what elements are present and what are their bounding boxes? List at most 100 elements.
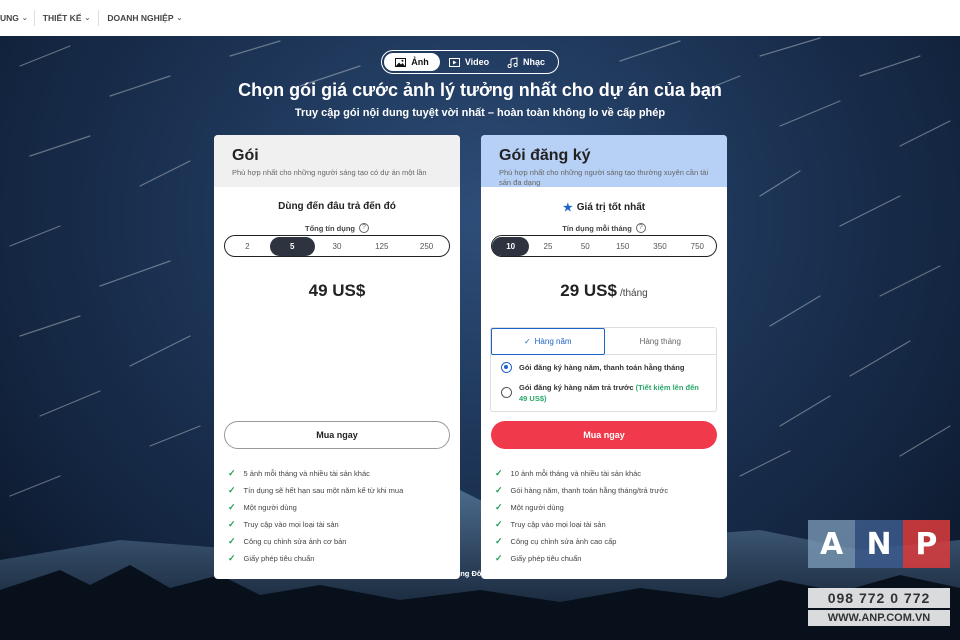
feature-text: Truy cập vào mọi loại tài sản xyxy=(243,520,339,529)
plan-header: Gói đăng ký Phù hợp nhất cho những người… xyxy=(481,135,727,187)
watermark-letter: N xyxy=(855,520,903,568)
check-icon: ✓ xyxy=(495,468,503,478)
nav-divider xyxy=(98,10,100,26)
billing-option-annual-prepaid[interactable]: Gói đăng ký hàng năm trả trước (Tiết kiệ… xyxy=(491,382,716,404)
check-icon: ✓ xyxy=(495,519,503,529)
chevron-down-icon: ⌄ xyxy=(84,15,91,22)
nav-item-label: THIẾT KẾ xyxy=(42,13,82,23)
credit-option[interactable]: 2 xyxy=(225,237,270,256)
credits-label-text: Tổng tín dụng xyxy=(305,223,355,233)
feature-item: ✓ 5 ảnh mỗi tháng và nhiều tài sản khác xyxy=(228,465,448,482)
nav-item-label: DOANH NGHIỆP xyxy=(107,13,174,23)
music-note-icon xyxy=(507,56,518,68)
page-title: Chọn gói giá cước ảnh lý tưởng nhất cho … xyxy=(238,80,722,100)
radio-label: Gói đăng ký hàng năm, thanh toán hằng th… xyxy=(519,363,685,372)
tab-monthly[interactable]: Hàng tháng xyxy=(604,328,716,355)
credit-option-selected[interactable]: 5 xyxy=(269,236,315,256)
nav-item-doanh-nghiep[interactable]: DOANH NGHIỆP ⌄ xyxy=(107,0,182,36)
price-period: /tháng xyxy=(619,288,648,299)
anp-letters: A N P xyxy=(808,520,950,568)
price-value: 49 US$ xyxy=(308,281,366,300)
plan-subheading: ★ Giá trị tốt nhất xyxy=(481,201,727,214)
plan-name: Gói xyxy=(232,147,259,164)
watermark-letter: P xyxy=(902,520,950,568)
tab-label: Nhạc xyxy=(522,57,545,67)
credit-selector: 2 5 30 125 250 xyxy=(224,235,450,257)
feature-item: ✓ Công cụ chỉnh sửa ảnh cơ bản xyxy=(228,533,448,550)
credits-label: Tín dụng mỗi tháng? xyxy=(481,223,727,233)
video-icon xyxy=(448,57,460,67)
check-icon: ✓ xyxy=(495,502,503,512)
image-icon xyxy=(395,57,407,67)
feature-text: Công cụ chỉnh sửa ảnh cơ bản xyxy=(243,537,347,546)
billing-option-annual-monthly[interactable]: Gói đăng ký hàng năm, thanh toán hằng th… xyxy=(491,362,716,374)
credit-option[interactable]: 30 xyxy=(315,237,360,256)
plan-description: Phù hợp nhất cho những người sáng tạo th… xyxy=(499,168,709,187)
credit-option[interactable]: 125 xyxy=(359,237,404,256)
credit-option[interactable]: 150 xyxy=(604,237,641,256)
credit-option[interactable]: 350 xyxy=(641,237,678,256)
check-icon: ✓ xyxy=(495,536,503,546)
billing-tabs: ✓ Hàng năm Hàng tháng xyxy=(491,328,716,355)
tab-images[interactable]: Ảnh xyxy=(384,53,440,71)
feature-item: ✓ Giấy phép tiêu chuẩn xyxy=(228,550,448,567)
plan-price: 29 US$/tháng xyxy=(481,281,727,301)
credit-option-selected[interactable]: 10 xyxy=(492,236,530,256)
check-icon: ✓ xyxy=(495,553,503,563)
buy-now-button[interactable]: Mua ngay xyxy=(224,421,450,449)
nav-item-thiet-ke[interactable]: THIẾT KẾ ⌄ xyxy=(43,0,91,36)
tab-label: Video xyxy=(464,57,490,67)
feature-item: ✓ Truy cập vào mọi loại tài sản xyxy=(228,516,448,533)
credit-option[interactable]: 25 xyxy=(529,237,566,256)
tab-music[interactable]: Nhạc xyxy=(498,53,554,71)
plan-name: Gói đăng ký xyxy=(499,147,591,164)
credit-option[interactable]: 50 xyxy=(567,237,604,256)
plan-subheading-text: Giá trị tốt nhất xyxy=(576,202,646,213)
nav-divider xyxy=(33,10,35,26)
check-icon: ✓ xyxy=(228,519,236,529)
feature-item: ✓ Giấy phép tiêu chuẩn xyxy=(495,550,715,567)
anp-watermark-logo: A N P 098 772 0 772 WWW.ANP.COM.VN xyxy=(808,520,950,630)
check-icon: ✓ xyxy=(495,485,503,495)
radio-checked[interactable] xyxy=(501,362,512,373)
plan-subheading-text: Dùng đến đâu trả đến đó xyxy=(278,201,396,212)
feature-text: Một người dùng xyxy=(243,503,297,512)
nav-item-0[interactable]: UNG ⌄ xyxy=(0,0,28,36)
credits-label-text: Tín dụng mỗi tháng xyxy=(562,223,632,233)
tab-label: Ảnh xyxy=(411,57,429,67)
feature-list: ✓ 5 ảnh mỗi tháng và nhiều tài sản khác ✓… xyxy=(228,465,448,567)
feature-text: 10 ảnh mỗi tháng và nhiều tài sản khác xyxy=(510,469,642,478)
buy-now-button[interactable]: Mua ngay xyxy=(491,421,717,449)
help-icon[interactable]: ? xyxy=(635,223,646,233)
plan-subheading: Dùng đến đâu trả đến đó xyxy=(214,201,460,212)
credit-option[interactable]: 250 xyxy=(404,237,449,256)
feature-text: Truy cập vào mọi loại tài sản xyxy=(510,520,606,529)
check-icon: ✓ xyxy=(228,485,236,495)
feature-text: Gói hàng năm, thanh toán hằng tháng/trả … xyxy=(510,486,669,495)
media-type-tabs: Ảnh Video Nhạc xyxy=(381,50,559,74)
credits-label: Tổng tín dụng? xyxy=(214,223,460,233)
feature-item: ✓ Một người dùng xyxy=(228,499,448,516)
feature-list: ✓ 10 ảnh mỗi tháng và nhiều tài sản khác … xyxy=(495,465,715,567)
tab-video[interactable]: Video xyxy=(440,53,498,71)
check-icon: ✓ xyxy=(228,502,236,512)
feature-item: ✓ Công cụ chỉnh sửa ảnh cao cấp xyxy=(495,533,715,550)
check-icon: ✓ xyxy=(228,468,236,478)
watermark-letter: A xyxy=(808,520,856,568)
feature-item: ✓ Một người dùng xyxy=(495,499,715,516)
plan-header: Gói Phù hợp nhất cho những người sáng tạ… xyxy=(214,135,460,187)
feature-text: 5 ảnh mỗi tháng và nhiều tài sản khác xyxy=(243,469,370,478)
feature-text: Giấy phép tiêu chuẩn xyxy=(243,554,315,563)
feature-text: Công cụ chỉnh sửa ảnh cao cấp xyxy=(510,537,617,546)
help-icon[interactable]: ? xyxy=(358,223,369,233)
credit-option[interactable]: 750 xyxy=(679,237,716,256)
radio-unchecked[interactable] xyxy=(501,387,512,398)
plan-price: 49 US$ xyxy=(214,281,460,301)
feature-item: ✓ Tín dụng sẽ hết hạn sau một năm kể từ k… xyxy=(228,482,448,499)
tab-annual[interactable]: ✓ Hàng năm xyxy=(491,328,605,355)
watermark-site: WWW.ANP.COM.VN xyxy=(808,610,950,626)
feature-text: Tín dụng sẽ hết hạn sau một năm kể từ kh… xyxy=(243,486,404,495)
subscription-plan-card: Gói đăng ký Phù hợp nhất cho những người… xyxy=(481,135,727,579)
credit-selector: 10 25 50 150 350 750 xyxy=(491,235,717,257)
tab-label: Hàng năm xyxy=(534,337,572,346)
